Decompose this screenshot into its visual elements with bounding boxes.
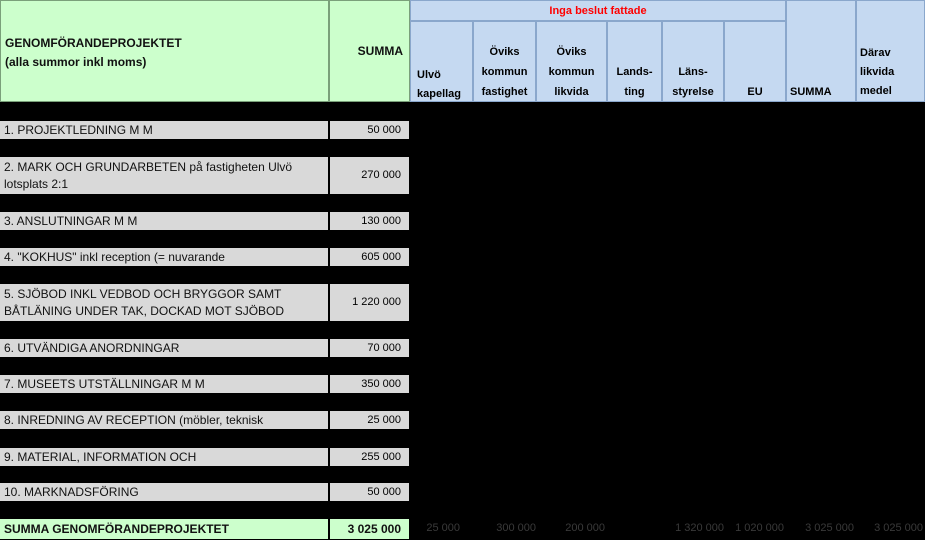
row-amount: 25 000 — [330, 411, 409, 429]
header-col-landsting: Lands- ting — [607, 21, 662, 102]
total-col-eu: 1 020 000 — [735, 522, 784, 534]
row-label: 7. MUSEETS UTSTÄLLNINGAR M M — [0, 375, 328, 393]
row-label: 1. PROJEKTLEDNING M M — [0, 121, 328, 139]
total-col-oviks-fastighet: 300 000 — [496, 522, 536, 534]
header-col-ulvo: Ulvö kapellag — [410, 21, 473, 102]
header-summa: SUMMA — [357, 44, 403, 58]
total-col-darav: 3 025 000 — [874, 522, 923, 534]
col-landsting-l1: Lands- — [616, 66, 653, 78]
header-col-oviks-likvida: Öviks kommun likvida — [536, 21, 607, 102]
header-col-lansstyrelse: Läns- styrelse — [662, 21, 724, 102]
row-label: 10. MARKNADSFÖRING — [0, 483, 328, 501]
col-ulvo-label: Ulvö kapellag — [417, 69, 462, 100]
row-label: 2. MARK OCH GRUNDARBETEN på fastigheten … — [0, 157, 328, 194]
total-col-ulvo: 25 000 — [426, 522, 460, 534]
row-amount: 270 000 — [330, 157, 409, 194]
total-label: SUMMA GENOMFÖRANDEPROJEKTET — [0, 519, 328, 539]
header-group-note: Inga beslut fattade — [549, 5, 647, 17]
col-darav-l3: medel — [860, 85, 892, 97]
col-eu-label: EU — [747, 86, 763, 98]
table-title: GENOMFÖRANDEPROJEKTET — [5, 36, 182, 50]
row-amount: 50 000 — [330, 121, 409, 139]
total-col-lansstyrelse: 1 320 000 — [675, 522, 724, 534]
total-col-oviks-likvida: 200 000 — [565, 522, 605, 534]
row-label: 8. INREDNING AV RECEPTION (möbler, tekni… — [0, 411, 328, 429]
row-label: 4. "KOKHUS" inkl reception (= nuvarande — [0, 248, 328, 266]
header-title-cell: GENOMFÖRANDEPROJEKTET (alla summor inkl … — [0, 0, 329, 102]
col-oviks-likvida-l2: kommun — [548, 66, 595, 78]
col-lansstyrelse-l2: styrelse — [672, 86, 714, 98]
col-oviks-likvida-l3: likvida — [554, 86, 589, 98]
row-label: 5. SJÖBOD INKL VEDBOD OCH BRYGGOR SAMT B… — [0, 284, 328, 321]
row-amount: 605 000 — [330, 248, 409, 266]
header-group-note-cell: Inga beslut fattade — [410, 0, 786, 21]
header-col-eu: EU — [724, 21, 786, 102]
header-summa-cell: SUMMA — [329, 0, 410, 102]
row-amount: 1 220 000 — [330, 284, 409, 321]
row-label: 3. ANSLUTNINGAR M M — [0, 212, 328, 230]
col-oviks-fastighet-l2: kommun — [481, 66, 528, 78]
col-oviks-likvida-l1: Öviks — [556, 46, 587, 58]
col-lansstyrelse-l1: Läns- — [678, 66, 708, 78]
total-amount: 3 025 000 — [330, 519, 409, 539]
col-darav-l1: Därav — [860, 47, 891, 59]
col-summa-label: SUMMA — [790, 86, 832, 98]
col-oviks-fastighet-l3: fastighet — [481, 86, 528, 98]
total-col-summa: 3 025 000 — [805, 522, 854, 534]
col-landsting-l2: ting — [624, 86, 645, 98]
row-label: 9. MATERIAL, INFORMATION OCH — [0, 448, 328, 466]
header-col-summa: SUMMA — [786, 0, 856, 102]
row-amount: 130 000 — [330, 212, 409, 230]
row-amount: 70 000 — [330, 339, 409, 357]
col-darav-l2: likvida — [860, 66, 895, 78]
row-label: 6. UTVÄNDIGA ANORDNINGAR — [0, 339, 328, 357]
row-amount: 50 000 — [330, 483, 409, 501]
header-col-oviks-fastighet: Öviks kommun fastighet — [473, 21, 536, 102]
row-amount: 350 000 — [330, 375, 409, 393]
row-amount: 255 000 — [330, 448, 409, 466]
col-oviks-fastighet-l1: Öviks — [489, 46, 520, 58]
header-col-darav: Därav likvida medel — [856, 0, 925, 102]
table-subtitle: (alla summor inkl moms) — [5, 55, 147, 69]
